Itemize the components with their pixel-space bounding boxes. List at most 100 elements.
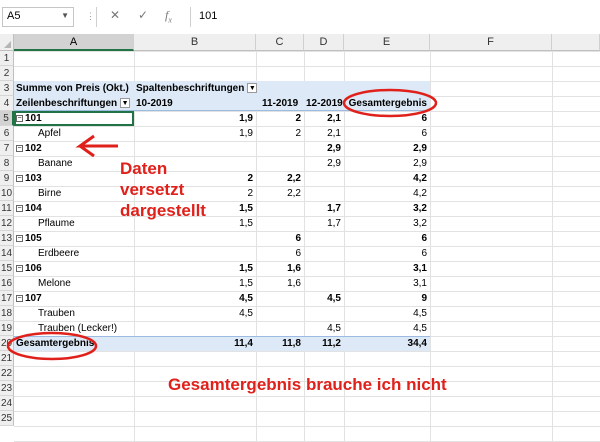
row-header[interactable]: 24 xyxy=(0,396,14,411)
pivot-value-cell[interactable] xyxy=(304,261,344,276)
pivot-value-cell[interactable]: 4,5 xyxy=(304,321,344,336)
period-header-12-2019[interactable]: 12-2019 xyxy=(306,96,343,111)
period-header-10-2019[interactable]: 10-2019 xyxy=(136,96,173,111)
column-header-f[interactable]: F xyxy=(430,34,552,51)
select-all-corner[interactable] xyxy=(0,34,14,51)
function-icon[interactable]: fx xyxy=(165,8,172,24)
column-header-c[interactable]: C xyxy=(256,34,304,51)
pivot-value-cell[interactable] xyxy=(134,246,256,261)
collapse-icon[interactable]: − xyxy=(16,174,23,182)
row-header[interactable]: 15 xyxy=(0,261,14,276)
pivot-row-labels-title[interactable]: Zeilenbeschriftungen ▼ xyxy=(16,96,131,111)
pivot-value-cell[interactable]: 1,5 xyxy=(134,276,256,291)
grand-total-e[interactable]: 34,4 xyxy=(344,336,430,351)
pivot-value-cell[interactable]: 4,5 xyxy=(344,321,430,336)
row-header[interactable]: 9 xyxy=(0,171,14,186)
pivot-value-cell[interactable] xyxy=(304,276,344,291)
pivot-col-labels-title[interactable]: Spaltenbeschriftungen ▼ xyxy=(136,81,258,96)
active-cell-a5[interactable] xyxy=(14,111,134,126)
pivot-value-cell[interactable]: 4,5 xyxy=(344,306,430,321)
pivot-value-cell[interactable]: 2,1 xyxy=(304,126,344,141)
pivot-value-cell[interactable]: 1,6 xyxy=(256,276,304,291)
pivot-value-cell[interactable]: 2,9 xyxy=(304,141,344,156)
pivot-value-cell[interactable]: 6 xyxy=(344,246,430,261)
row-header[interactable]: 20 xyxy=(0,336,14,351)
row-header[interactable]: 14 xyxy=(0,246,14,261)
row-header[interactable]: 22 xyxy=(0,366,14,381)
row-header[interactable]: 25 xyxy=(0,411,14,426)
pivot-value-cell[interactable]: 4,2 xyxy=(344,171,430,186)
pivot-value-cell[interactable]: 4,2 xyxy=(344,186,430,201)
pivot-value-cell[interactable]: 9 xyxy=(344,291,430,306)
pivot-value-cell[interactable]: 1,5 xyxy=(134,261,256,276)
grand-total-header[interactable]: Gesamtergebnis xyxy=(344,96,430,111)
row-header[interactable]: 18 xyxy=(0,306,14,321)
row-header[interactable]: 4 xyxy=(0,96,14,111)
pivot-value-cell[interactable]: 1,7 xyxy=(304,216,344,231)
pivot-value-cell[interactable]: 1,9 xyxy=(134,111,256,126)
pivot-value-cell[interactable] xyxy=(304,171,344,186)
pivot-group-label[interactable]: −106 xyxy=(16,261,42,276)
pivot-value-cell[interactable] xyxy=(256,216,304,231)
row-header[interactable]: 11 xyxy=(0,201,14,216)
pivot-value-cell[interactable] xyxy=(256,156,304,171)
column-header-e[interactable]: E xyxy=(344,34,430,51)
collapse-icon[interactable]: − xyxy=(16,144,23,152)
grand-total-row-label[interactable]: Gesamtergebnis xyxy=(16,336,94,351)
pivot-value-cell[interactable] xyxy=(304,186,344,201)
pivot-value-cell[interactable]: 4,5 xyxy=(134,291,256,306)
pivot-value-cell[interactable]: 6 xyxy=(344,231,430,246)
pivot-value-cell[interactable] xyxy=(256,291,304,306)
pivot-value-cell[interactable]: 6 xyxy=(256,246,304,261)
row-header[interactable]: 3 xyxy=(0,81,14,96)
row-header[interactable]: 13 xyxy=(0,231,14,246)
pivot-item-label[interactable]: Birne xyxy=(38,186,61,201)
column-header-b[interactable]: B xyxy=(134,34,256,51)
formula-input[interactable]: 101 xyxy=(190,7,598,27)
pivot-group-label[interactable]: −107 xyxy=(16,291,42,306)
pivot-item-label[interactable]: Trauben (Lecker!) xyxy=(38,321,117,336)
row-header[interactable]: 6 xyxy=(0,126,14,141)
pivot-group-label[interactable]: −102 xyxy=(16,141,42,156)
pivot-group-label[interactable]: −103 xyxy=(16,171,42,186)
enter-icon[interactable]: ✓ xyxy=(138,8,148,22)
pivot-item-label[interactable]: Apfel xyxy=(38,126,61,141)
grand-total-b[interactable]: 11,4 xyxy=(134,336,256,351)
grand-total-d[interactable]: 11,2 xyxy=(304,336,344,351)
more-options-icon[interactable]: ⋮ xyxy=(86,11,95,22)
pivot-value-cell[interactable]: 3,2 xyxy=(344,201,430,216)
pivot-value-cell[interactable]: 2,9 xyxy=(344,156,430,171)
pivot-value-cell[interactable] xyxy=(256,306,304,321)
pivot-value-cell[interactable] xyxy=(256,141,304,156)
pivot-value-cell[interactable] xyxy=(134,321,256,336)
pivot-item-label[interactable]: Erdbeere xyxy=(38,246,79,261)
pivot-value-cell[interactable]: 6 xyxy=(256,231,304,246)
pivot-value-cell[interactable]: 4,5 xyxy=(134,306,256,321)
pivot-value-cell[interactable]: 2,9 xyxy=(344,141,430,156)
pivot-values-label[interactable]: Summe von Preis (Okt.) xyxy=(16,81,129,96)
pivot-value-cell[interactable] xyxy=(304,306,344,321)
pivot-item-label[interactable]: Trauben xyxy=(38,306,75,321)
pivot-group-label[interactable]: −104 xyxy=(16,201,42,216)
row-header[interactable]: 12 xyxy=(0,216,14,231)
pivot-value-cell[interactable] xyxy=(134,141,256,156)
period-header-11-2019[interactable]: 11-2019 xyxy=(262,96,298,111)
pivot-value-cell[interactable] xyxy=(256,321,304,336)
collapse-icon[interactable]: − xyxy=(16,294,23,302)
row-header[interactable]: 1 xyxy=(0,51,14,66)
pivot-item-label[interactable]: Pflaume xyxy=(38,216,75,231)
pivot-value-cell[interactable]: 2,9 xyxy=(304,156,344,171)
collapse-icon[interactable]: − xyxy=(16,234,23,242)
row-header[interactable]: 5 xyxy=(0,111,14,126)
row-header[interactable]: 2 xyxy=(0,66,14,81)
pivot-value-cell[interactable]: 2,2 xyxy=(256,186,304,201)
pivot-value-cell[interactable]: 2,2 xyxy=(256,171,304,186)
column-header-a[interactable]: A xyxy=(14,34,134,51)
row-header[interactable]: 17 xyxy=(0,291,14,306)
pivot-value-cell[interactable]: 2,1 xyxy=(304,111,344,126)
pivot-item-label[interactable]: Melone xyxy=(38,276,71,291)
row-header[interactable]: 19 xyxy=(0,321,14,336)
pivot-value-cell[interactable]: 6 xyxy=(344,111,430,126)
pivot-value-cell[interactable] xyxy=(256,201,304,216)
pivot-value-cell[interactable]: 4,5 xyxy=(304,291,344,306)
